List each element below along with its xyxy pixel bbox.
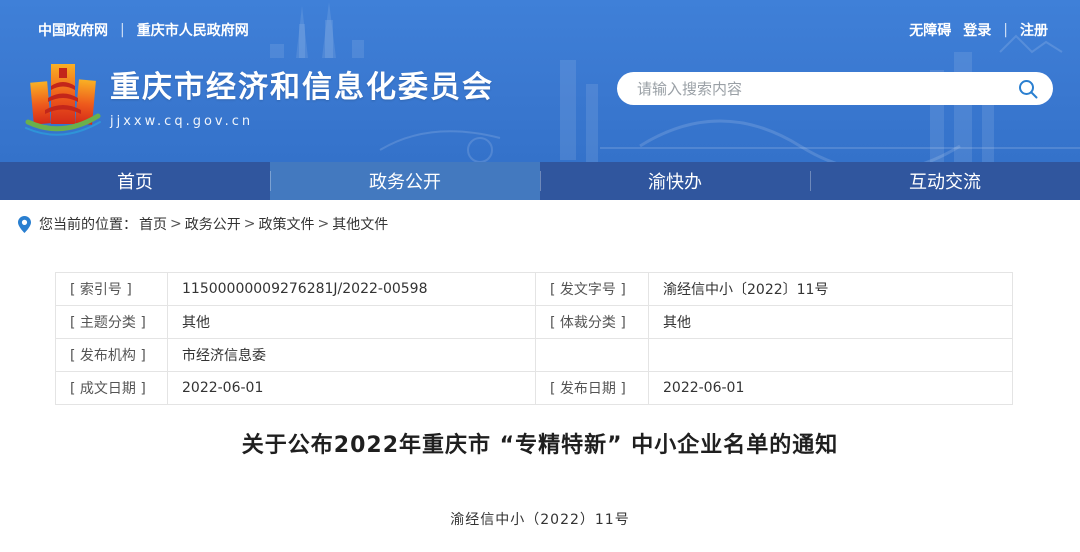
breadcrumb-item-other-files[interactable]: 其他文件 xyxy=(332,214,388,234)
breadcrumb-item-gov-disclosure[interactable]: 政务公开 xyxy=(185,214,241,234)
nav-item-label: 政务公开 xyxy=(369,168,441,194)
topbar-separator: | xyxy=(1003,22,1008,38)
topbar-gov-links: 中国政府网 | 重庆市人民政府网 xyxy=(38,20,249,40)
breadcrumb-item-home[interactable]: 首页 xyxy=(139,214,167,234)
table-row: [ 索引号 ] 11500000009276281J/2022-00598 [ … xyxy=(56,273,1013,306)
nav-item-interaction[interactable]: 互动交流 xyxy=(810,162,1080,200)
location-pin-icon xyxy=(18,216,31,233)
breadcrumb-separator: > xyxy=(317,216,329,232)
nav-item-gov-disclosure[interactable]: 政务公开 xyxy=(270,162,540,200)
nav-item-label: 首页 xyxy=(117,168,153,194)
info-label-issuing-agency: [ 发布机构 ] xyxy=(56,339,168,372)
site-header: 中国政府网 | 重庆市人民政府网 无障碍 登录 | 注册 xyxy=(0,0,1080,162)
nav-item-label: 渝快办 xyxy=(648,168,702,194)
search-icon[interactable] xyxy=(1017,78,1039,100)
info-value-issuing-agency: 市经济信息委 xyxy=(168,339,536,372)
info-label-written-date: [ 成文日期 ] xyxy=(56,372,168,405)
table-row: [ 发布机构 ] 市经济信息委 xyxy=(56,339,1013,372)
breadcrumb-separator: > xyxy=(170,216,182,232)
info-value-genre-category: 其他 xyxy=(649,306,1013,339)
accessibility-link[interactable]: 无障碍 xyxy=(909,20,951,40)
site-url: jjxxw.cq.gov.cn xyxy=(110,114,494,129)
register-link[interactable]: 注册 xyxy=(1020,20,1048,40)
info-value-publish-date: 2022-06-01 xyxy=(649,372,1013,405)
info-label-empty xyxy=(536,339,649,372)
nav-item-home[interactable]: 首页 xyxy=(0,162,270,200)
info-value-empty xyxy=(649,339,1013,372)
info-value-doc-number: 渝经信中小〔2022〕11号 xyxy=(649,273,1013,306)
search-box xyxy=(617,72,1053,105)
nav-item-yukuaiban[interactable]: 渝快办 xyxy=(540,162,810,200)
document-info-table: [ 索引号 ] 11500000009276281J/2022-00598 [ … xyxy=(55,272,1013,405)
breadcrumb-item-policy-files[interactable]: 政策文件 xyxy=(258,214,314,234)
topbar-separator: | xyxy=(120,22,125,38)
document-number: 渝经信中小（2022）11号 xyxy=(0,509,1080,529)
document-title: 关于公布2022年重庆市 “专精特新” 中小企业名单的通知 xyxy=(0,427,1080,459)
info-label-subject-category: [ 主题分类 ] xyxy=(56,306,168,339)
agency-logo-icon[interactable] xyxy=(24,56,102,142)
link-china-gov[interactable]: 中国政府网 xyxy=(38,20,108,40)
site-text-block: 重庆市经济和信息化委员会 jjxxw.cq.gov.cn xyxy=(110,56,494,129)
login-link[interactable]: 登录 xyxy=(963,20,991,40)
info-value-subject-category: 其他 xyxy=(168,306,536,339)
breadcrumb-separator: > xyxy=(244,216,256,232)
table-row: [ 成文日期 ] 2022-06-01 [ 发布日期 ] 2022-06-01 xyxy=(56,372,1013,405)
topbar-user-links: 无障碍 登录 | 注册 xyxy=(909,20,1048,40)
breadcrumb: 您当前的位置： 首页 > 政务公开 > 政策文件 > 其他文件 xyxy=(0,200,1080,244)
info-value-index-number: 11500000009276281J/2022-00598 xyxy=(168,273,536,306)
info-label-publish-date: [ 发布日期 ] xyxy=(536,372,649,405)
page: 中国政府网 | 重庆市人民政府网 无障碍 登录 | 注册 xyxy=(0,0,1080,552)
breadcrumb-label: 您当前的位置： xyxy=(39,214,137,234)
info-label-index-number: [ 索引号 ] xyxy=(56,273,168,306)
info-label-doc-number: [ 发文字号 ] xyxy=(536,273,649,306)
info-label-genre-category: [ 体裁分类 ] xyxy=(536,306,649,339)
site-brand: 重庆市经济和信息化委员会 jjxxw.cq.gov.cn xyxy=(24,56,494,142)
link-chongqing-gov[interactable]: 重庆市人民政府网 xyxy=(137,20,249,40)
main-nav: 首页 政务公开 渝快办 互动交流 xyxy=(0,162,1080,200)
nav-item-label: 互动交流 xyxy=(909,168,981,194)
site-name[interactable]: 重庆市经济和信息化委员会 xyxy=(110,62,494,106)
search-input[interactable] xyxy=(637,80,1017,98)
info-value-written-date: 2022-06-01 xyxy=(168,372,536,405)
table-row: [ 主题分类 ] 其他 [ 体裁分类 ] 其他 xyxy=(56,306,1013,339)
